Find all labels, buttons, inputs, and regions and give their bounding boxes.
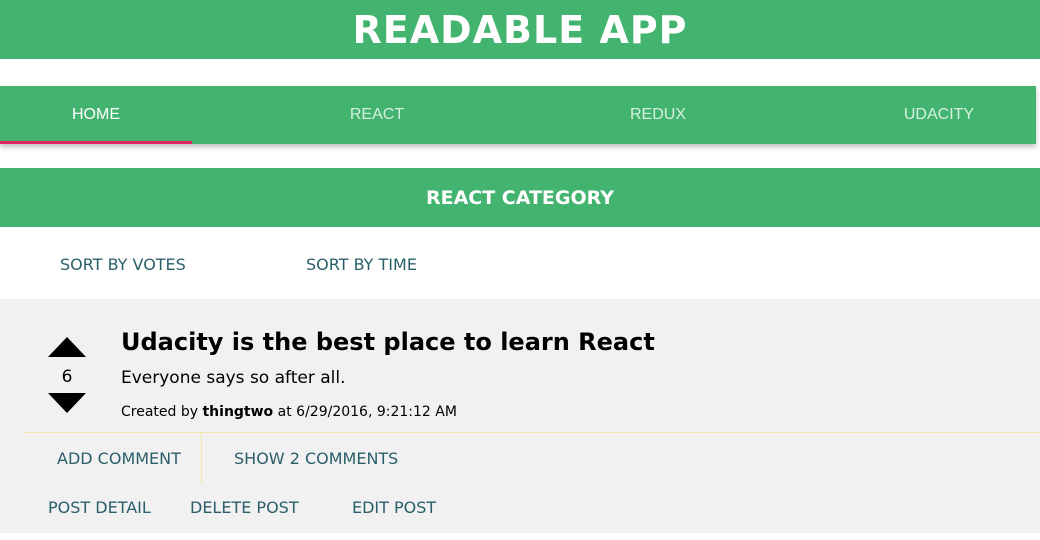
app-title: READABLE APP	[352, 7, 688, 52]
post-card: 6 Udacity is the best place to learn Rea…	[0, 299, 1040, 533]
meta-at: at	[277, 404, 292, 420]
sort-by-time-button[interactable]: SORT BY TIME	[306, 255, 417, 274]
meta-prefix: Created by	[121, 404, 199, 420]
delete-post-button[interactable]: DELETE POST	[190, 498, 299, 517]
divider	[201, 433, 202, 483]
sort-by-votes-button[interactable]: SORT BY VOTES	[60, 255, 186, 274]
divider	[24, 432, 1040, 433]
tab-home-label: HOME	[72, 106, 120, 123]
tab-react-label: REACT	[349, 106, 405, 123]
tab-udacity[interactable]: UDACITY	[843, 86, 1035, 144]
tab-redux-label: REDUX	[629, 106, 686, 123]
show-comments-button[interactable]: SHOW 2 COMMENTS	[234, 449, 398, 468]
category-nav: HOME REACT REDUX UDACITY	[0, 86, 1036, 144]
post-title: Udacity is the best place to learn React	[121, 328, 655, 356]
add-comment-button[interactable]: ADD COMMENT	[57, 449, 181, 468]
post-author: thingtwo	[202, 404, 274, 420]
app-header: READABLE APP	[0, 0, 1040, 59]
tab-react[interactable]: REACT	[281, 86, 473, 144]
tab-home[interactable]: HOME	[0, 86, 192, 144]
post-body: Everyone says so after all.	[121, 368, 346, 388]
vote-score: 6	[61, 367, 73, 387]
category-banner: REACT CATEGORY	[0, 168, 1040, 227]
arrow-down-icon[interactable]	[48, 393, 86, 413]
category-title: REACT CATEGORY	[425, 186, 615, 209]
post-meta: Created by thingtwo at 6/29/2016, 9:21:1…	[121, 404, 457, 420]
tab-udacity-label: UDACITY	[903, 106, 975, 123]
edit-post-button[interactable]: EDIT POST	[352, 498, 436, 517]
post-detail-button[interactable]: POST DETAIL	[48, 498, 151, 517]
post-timestamp: 6/29/2016, 9:21:12 AM	[296, 404, 457, 420]
tab-redux[interactable]: REDUX	[562, 86, 754, 144]
vote-control: 6	[48, 337, 86, 413]
arrow-up-icon[interactable]	[48, 337, 86, 357]
